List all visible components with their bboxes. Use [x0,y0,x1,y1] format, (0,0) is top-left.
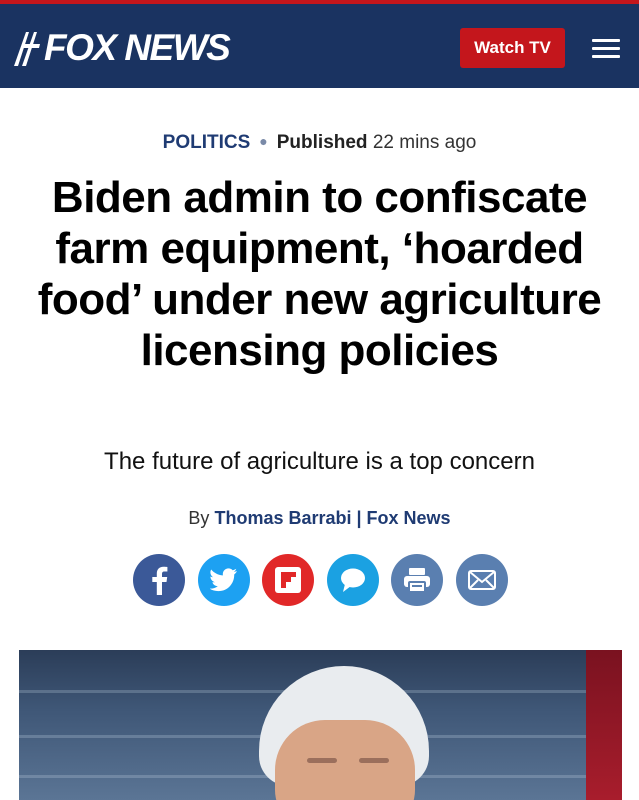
article-headline: Biden admin to confiscate farm equipment… [37,173,602,375]
flipboard-share-button[interactable] [262,554,315,606]
facebook-icon [152,566,168,595]
author-link[interactable]: Thomas Barrabi | Fox News [214,508,450,528]
published-label: Published [276,132,368,153]
person-brow [307,758,337,763]
article-meta: POLITICS ● Published 22 mins ago [0,132,639,154]
meta-separator: ● [259,133,268,149]
byline: By Thomas Barrabi | Fox News [0,508,639,529]
email-share-button[interactable] [455,554,508,606]
fox-news-logo[interactable]: FOX NEWS [12,26,231,70]
category-link[interactable]: POLITICS [163,132,251,153]
hamburger-menu-icon[interactable] [590,37,622,61]
twitter-icon [209,568,237,592]
article-subhead: The future of agriculture is a top conce… [104,448,535,475]
published-time: 22 mins ago [372,132,477,153]
fox-logo-mark-icon [14,32,40,66]
email-icon [467,570,496,590]
hero-image[interactable] [19,650,622,800]
article-page: FOX NEWS Watch TV POLITICS ● Published 22 … [0,0,639,800]
flag-backdrop [586,650,622,800]
logo-text: FOX NEWS [44,27,231,68]
byline-prefix: By [188,508,210,528]
flipboard-icon [275,567,302,593]
person-face [275,720,415,800]
comments-button[interactable] [326,554,379,606]
print-button[interactable] [391,554,444,606]
site-header: FOX NEWS Watch TV [0,4,639,88]
comments-icon [340,568,365,592]
twitter-share-button[interactable] [197,554,250,606]
share-buttons [133,554,508,608]
facebook-share-button[interactable] [133,554,185,606]
watch-tv-button[interactable]: Watch TV [460,28,565,68]
person-brow [359,758,389,763]
print-icon [404,568,431,593]
